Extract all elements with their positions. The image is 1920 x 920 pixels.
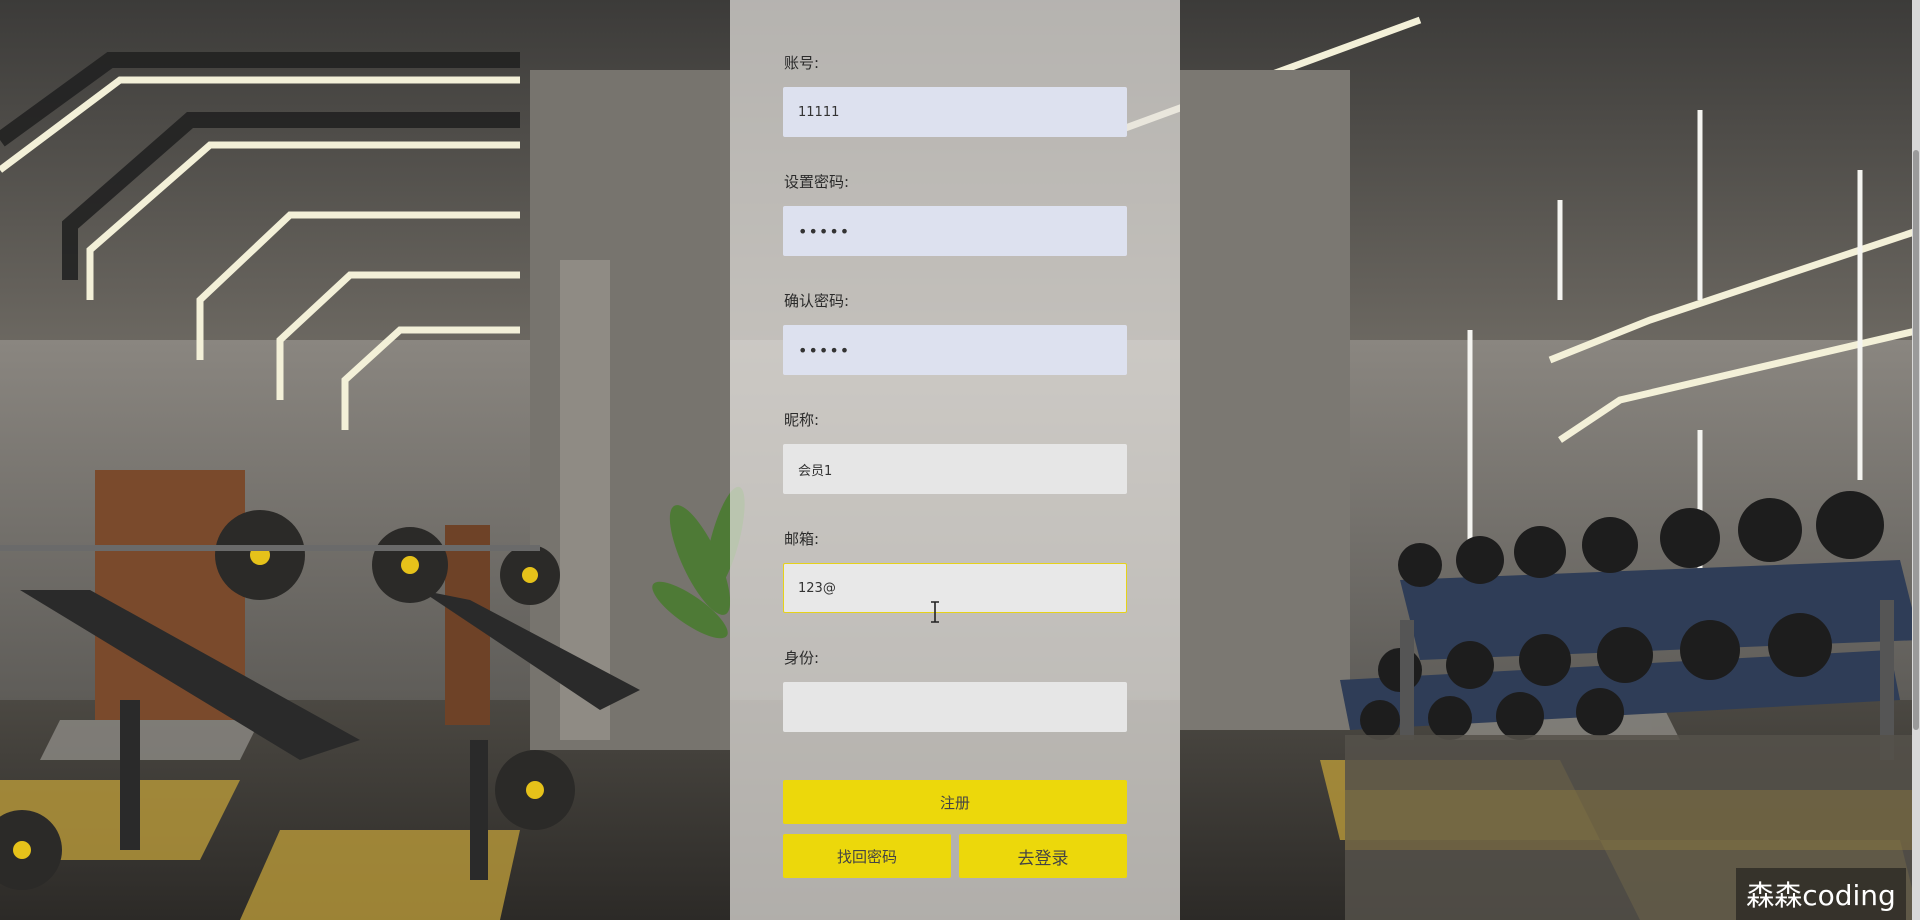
nickname-label: 昵称: xyxy=(784,411,820,429)
identity-input[interactable] xyxy=(783,682,1127,732)
register-button[interactable]: 注册 xyxy=(783,780,1127,824)
scrollbar-thumb[interactable] xyxy=(1913,150,1919,730)
password-input[interactable] xyxy=(783,206,1127,256)
email-label: 邮箱: xyxy=(784,530,820,548)
confirm-password-input[interactable] xyxy=(783,325,1127,375)
page-scrollbar[interactable] xyxy=(1912,0,1920,920)
nickname-input[interactable] xyxy=(783,444,1127,494)
identity-label: 身份: xyxy=(784,649,820,667)
confirm-password-label: 确认密码: xyxy=(784,292,850,310)
email-input[interactable] xyxy=(783,563,1127,613)
go-login-button[interactable]: 去登录 xyxy=(959,834,1127,878)
password-label: 设置密码: xyxy=(784,173,850,191)
find-password-button[interactable]: 找回密码 xyxy=(783,834,951,878)
register-panel: 账号: 设置密码: 确认密码: 昵称: 邮箱: 身份: 注册 找回密码 去登录 xyxy=(730,0,1180,920)
account-input[interactable] xyxy=(783,87,1127,137)
account-label: 账号: xyxy=(784,54,820,72)
watermark-label: 森森coding xyxy=(1736,868,1906,920)
text-cursor-icon xyxy=(931,601,939,623)
